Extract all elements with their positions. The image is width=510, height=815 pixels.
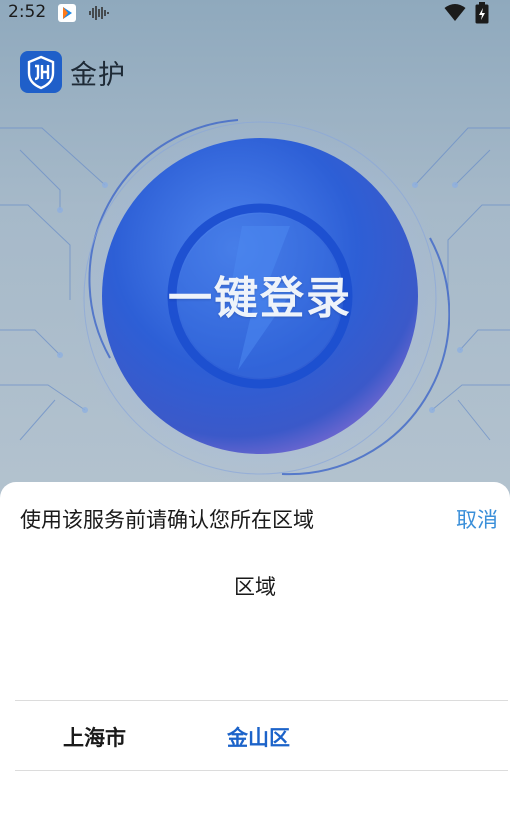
- status-time: 2:52: [8, 2, 47, 22]
- wifi-icon: [444, 4, 466, 21]
- picker-district-option[interactable]: 金山区: [227, 722, 290, 752]
- picker-divider-top: [15, 700, 508, 701]
- app-name: 金护: [70, 59, 126, 91]
- region-picker-sheet: 使用该服务前请确认您所在区域 取消 区域 上海市 金山区: [0, 482, 510, 815]
- screen: 2:52 金护 一键登录 使用该服务前请确认您所在区域 取消 区域 上海市 金山…: [0, 0, 510, 815]
- sound-wave-icon: [89, 6, 109, 20]
- login-orb: 一键登录: [70, 108, 450, 488]
- sheet-title: 使用该服务前请确认您所在区域: [20, 508, 314, 532]
- battery-charging-icon: [475, 2, 489, 24]
- picker-heading: 区域: [234, 575, 276, 599]
- app-notification-icon: [58, 4, 76, 22]
- cancel-button[interactable]: 取消: [456, 504, 498, 534]
- one-click-login-button[interactable]: 一键登录: [102, 136, 418, 452]
- login-button-label: 一键登录: [168, 273, 352, 324]
- app-brand: 金护: [20, 51, 126, 93]
- status-bar: 2:52: [0, 0, 510, 26]
- picker-city-option[interactable]: 上海市: [63, 722, 126, 752]
- picker-divider-bottom: [15, 770, 508, 771]
- jh-shield-logo-icon: [20, 51, 62, 93]
